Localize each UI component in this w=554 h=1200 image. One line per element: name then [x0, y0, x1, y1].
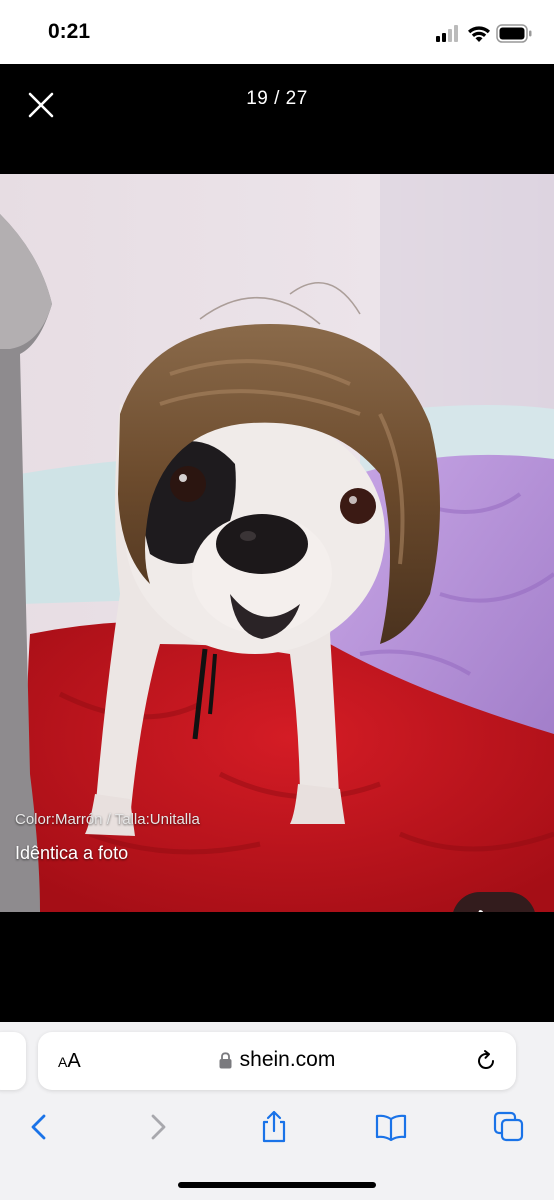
- browser-bottom-bar: AA shein.com: [0, 1022, 554, 1200]
- previous-tab-preview[interactable]: [0, 1032, 26, 1090]
- status-time: 0:21: [48, 20, 91, 43]
- reload-icon[interactable]: [474, 1049, 498, 1073]
- home-indicator[interactable]: [178, 1182, 376, 1188]
- lock-icon: [219, 1051, 232, 1068]
- like-count: 12: [502, 911, 520, 912]
- dog-in-wig-photo: [0, 174, 554, 912]
- status-bar: 0:21: [0, 0, 554, 64]
- forward-icon[interactable]: [141, 1110, 175, 1144]
- back-icon[interactable]: [22, 1110, 56, 1144]
- photo-viewer-header: 19 / 27: [0, 64, 554, 174]
- share-icon[interactable]: [257, 1110, 291, 1144]
- wifi-icon: [468, 26, 490, 42]
- review-text: Idêntica a foto: [15, 843, 129, 863]
- url-text: shein.com: [239, 1048, 336, 1071]
- battery-icon: [496, 24, 532, 43]
- thumbs-up-icon: [478, 910, 484, 912]
- review-photo[interactable]: 12 Color:Marrón / Talla:Unitalla Idêntic…: [0, 174, 554, 912]
- cellular-signal-icon: [436, 24, 462, 42]
- bookmarks-icon[interactable]: [374, 1110, 408, 1144]
- variant-caption: Color:Marrón / Talla:Unitalla: [15, 811, 200, 828]
- address-bar[interactable]: AA shein.com: [38, 1032, 516, 1090]
- tabs-icon[interactable]: [492, 1110, 526, 1144]
- photo-counter: 19 / 27: [246, 88, 308, 109]
- url-display[interactable]: shein.com: [38, 1048, 516, 1072]
